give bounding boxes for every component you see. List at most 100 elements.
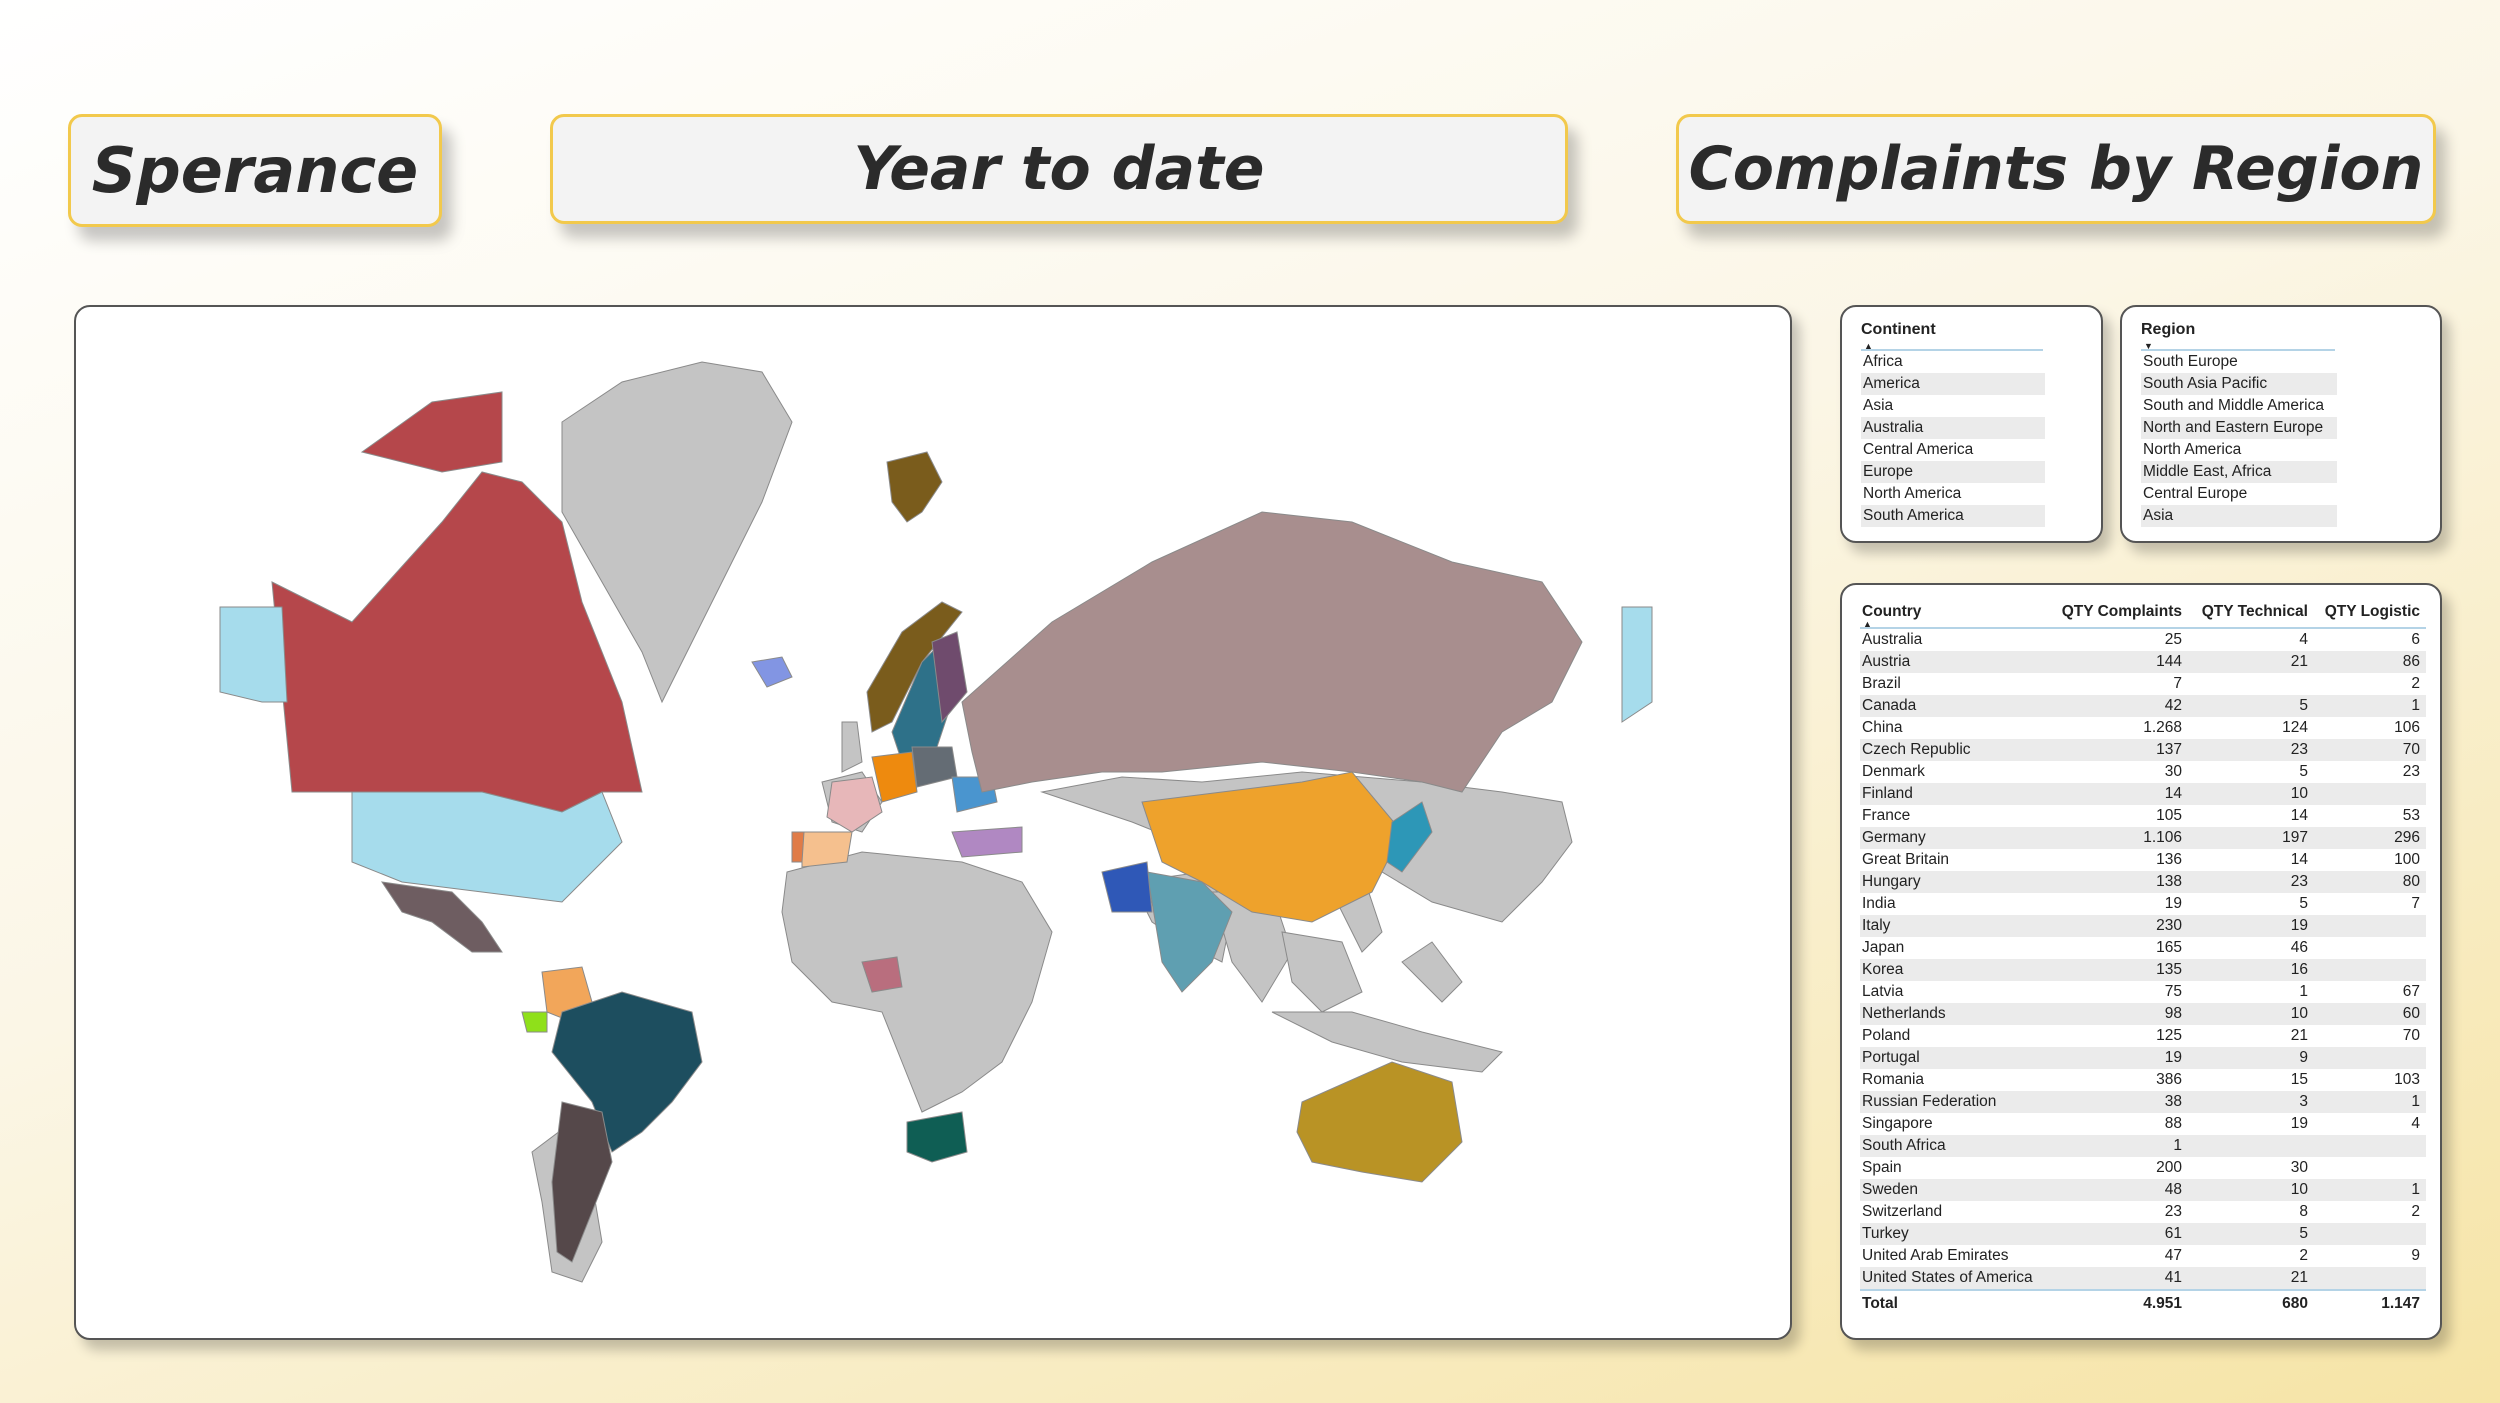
table-row[interactable]: Italy 230 19 [1860, 915, 2426, 937]
region-slicer-item[interactable]: South Europe [2141, 351, 2337, 373]
table-row[interactable]: Poland 125 21 70 [1860, 1025, 2426, 1047]
continent-slicer[interactable]: Continent ▲ Africa America Asia Australia Ce… [1840, 305, 2103, 543]
cell-logistic [2314, 1047, 2426, 1069]
country-canada[interactable] [360, 391, 503, 473]
continent-slicer-item[interactable]: Europe [1861, 461, 2045, 483]
cell-complaints: 135 [2046, 959, 2188, 981]
table-row[interactable]: China 1.268 124 106 [1860, 717, 2426, 739]
table-row[interactable]: United Arab Emirates 47 2 9 [1860, 1245, 2426, 1267]
cell-technical: 10 [2188, 1179, 2314, 1201]
country-alaska[interactable] [1621, 606, 1653, 723]
table-row[interactable]: Romania 386 15 103 [1860, 1069, 2426, 1091]
table-row[interactable]: Russian Federation 38 3 1 [1860, 1091, 2426, 1113]
country-argentina[interactable] [551, 1101, 613, 1263]
table-row[interactable]: Finland 14 10 [1860, 783, 2426, 805]
cell-technical: 10 [2188, 783, 2314, 805]
country-svalbard[interactable] [886, 451, 943, 523]
column-header-logistic[interactable]: QTY Logistic [2314, 597, 2426, 629]
country-poland[interactable] [911, 746, 958, 788]
cell-technical: 5 [2188, 695, 2314, 717]
region-slicer-item[interactable]: North and Eastern Europe [2141, 417, 2337, 439]
table-row[interactable]: South Africa 1 [1860, 1135, 2426, 1157]
table-row[interactable]: Portugal 19 9 [1860, 1047, 2426, 1069]
cell-logistic: 2 [2411, 1203, 2420, 1220]
table-row[interactable]: Brazil 7 2 [1860, 673, 2426, 695]
cell-country: Brazil [1862, 675, 1901, 692]
table-row[interactable]: United States of America 41 21 [1860, 1267, 2426, 1290]
column-header-technical[interactable]: QTY Technical [2188, 597, 2314, 629]
table-row[interactable]: Great Britain 136 14 100 [1860, 849, 2426, 871]
complaints-table-panel[interactable]: Country ▲ QTY Complaints QTY Technical QT… [1840, 583, 2442, 1340]
table-row[interactable]: Korea 135 16 [1860, 959, 2426, 981]
region-slicer-item[interactable]: South and Middle America [2141, 395, 2337, 417]
cell-complaints: 14 [2046, 783, 2188, 805]
country-south-africa[interactable] [906, 1111, 968, 1163]
landmass[interactable] [781, 851, 1053, 1113]
table-row[interactable]: France 105 14 53 [1860, 805, 2426, 827]
cell-technical: 1 [2299, 983, 2308, 1000]
continent-slicer-item[interactable]: South America [1861, 505, 2045, 527]
table-row[interactable]: Canada 42 5 1 [1860, 695, 2426, 717]
landmass[interactable] [1281, 931, 1363, 1013]
table-row[interactable]: Sweden 48 10 1 [1860, 1179, 2426, 1201]
world-map-svg[interactable] [76, 307, 1792, 1340]
region-slicer-item[interactable]: Middle East, Africa [2141, 461, 2337, 483]
table-row[interactable]: Austria 144 21 86 [1860, 651, 2426, 673]
region-slicer-item[interactable]: Asia [2141, 505, 2337, 527]
cell-technical: 21 [2188, 651, 2314, 673]
table-row[interactable]: Hungary 138 23 80 [1860, 871, 2426, 893]
country-australia[interactable] [1296, 1061, 1463, 1183]
table-row[interactable]: Singapore 88 19 4 [1860, 1113, 2426, 1135]
continent-slicer-item[interactable]: Africa [1861, 351, 2045, 373]
sort-up-icon[interactable]: ▲ [1863, 619, 1872, 629]
table-row[interactable]: Japan 165 46 [1860, 937, 2426, 959]
table-row[interactable]: Latvia 75 1 67 [1860, 981, 2426, 1003]
region-slicer-item[interactable]: North America [2141, 439, 2337, 461]
country-spain[interactable] [801, 831, 853, 868]
column-header-country[interactable]: Country ▲ [1860, 597, 2046, 629]
cell-technical: 30 [2290, 1159, 2308, 1176]
table-row[interactable]: Denmark 30 5 23 [1860, 761, 2426, 783]
cell-complaints: 23 [2164, 1203, 2182, 1220]
country-turkey[interactable] [951, 826, 1023, 858]
landmass[interactable] [1271, 1011, 1503, 1073]
country-alaska[interactable] [219, 606, 288, 703]
region-slicer-item[interactable]: Central Europe [2141, 483, 2337, 505]
cell-technical: 19 [2188, 915, 2314, 937]
cell-complaints: 7 [2173, 675, 2182, 692]
continent-slicer-item[interactable]: Asia [1861, 395, 2045, 417]
country-great-britain[interactable] [841, 721, 863, 773]
country-portugal[interactable] [791, 831, 805, 863]
table-row[interactable]: Spain 200 30 [1860, 1157, 2426, 1179]
region-slicer[interactable]: Region ▼ South Europe South Asia Pacific S… [2120, 305, 2442, 543]
country-ecuador[interactable] [521, 1011, 548, 1033]
region-slicer-item[interactable]: South Asia Pacific [2141, 373, 2337, 395]
cell-country: Romania [1862, 1071, 1925, 1088]
table-row[interactable]: Australia 25 4 6 [1860, 628, 2426, 651]
country-germany[interactable] [871, 751, 918, 803]
table-row[interactable]: Turkey 61 5 [1860, 1223, 2426, 1245]
cell-country: Hungary [1860, 871, 2046, 893]
landmass[interactable] [1401, 941, 1463, 1003]
continent-slicer-item[interactable]: Australia [1861, 417, 2045, 439]
country-iceland[interactable] [751, 656, 793, 688]
table-row[interactable]: India 19 5 7 [1860, 893, 2426, 915]
world-map[interactable] [74, 305, 1792, 1340]
total-label: Total [1860, 1289, 2046, 1317]
column-header-complaints[interactable]: QTY Complaints [2046, 597, 2188, 629]
total-logistic: 1.147 [2314, 1289, 2426, 1317]
country-russian-federation[interactable] [961, 511, 1583, 793]
country-pakistan[interactable] [1101, 861, 1153, 913]
continent-slicer-item[interactable]: North America [1861, 483, 2045, 505]
continent-slicer-header[interactable]: Continent ▲ [1861, 321, 1936, 351]
continent-slicer-item[interactable]: Central America [1861, 439, 2045, 461]
cell-country: South Africa [1860, 1135, 2046, 1157]
cell-technical: 4 [2299, 631, 2308, 648]
table-row[interactable]: Netherlands 98 10 60 [1860, 1003, 2426, 1025]
continent-slicer-item[interactable]: America [1861, 373, 2045, 395]
table-row[interactable]: Germany 1.106 197 296 [1860, 827, 2426, 849]
region-slicer-header[interactable]: Region ▼ [2141, 321, 2195, 351]
table-row[interactable]: Switzerland 23 8 2 [1860, 1201, 2426, 1223]
table-row[interactable]: Czech Republic 137 23 70 [1860, 739, 2426, 761]
country-france[interactable] [826, 776, 883, 833]
